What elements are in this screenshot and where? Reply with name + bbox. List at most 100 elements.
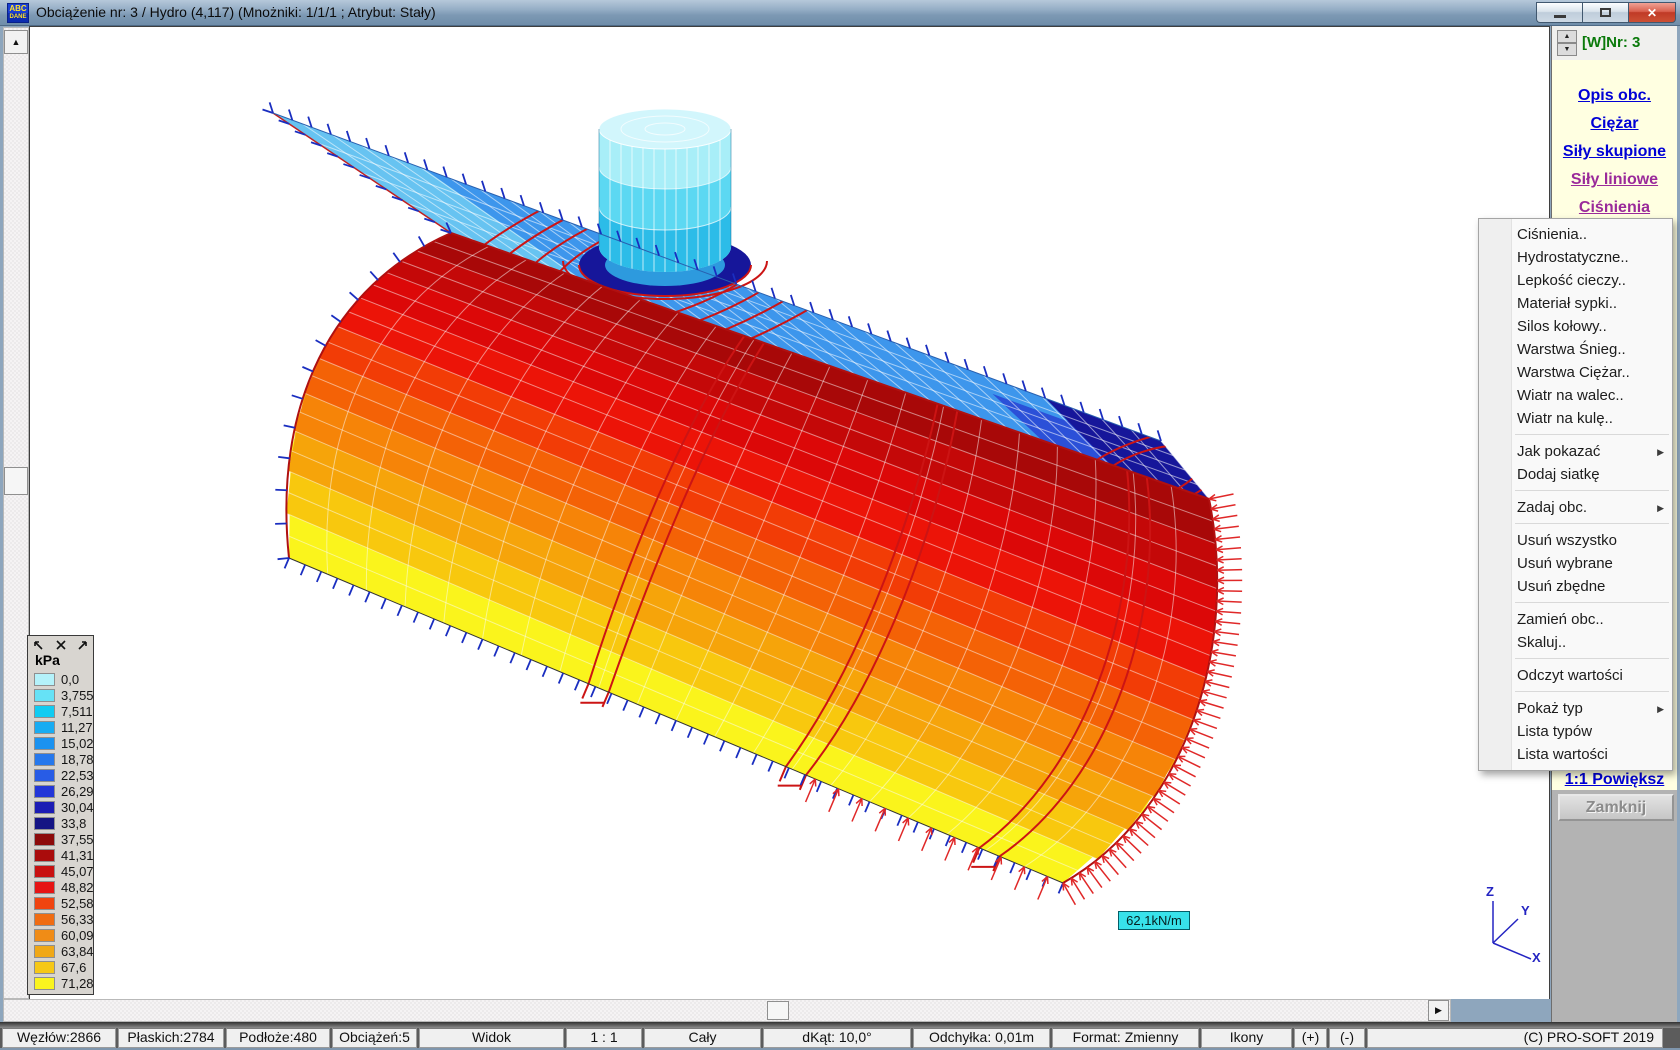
hscroll-thumb[interactable] — [767, 1001, 789, 1020]
menu-item-jak-pokazać[interactable]: Jak pokazać▶ — [1479, 440, 1672, 463]
legend-swatch — [34, 753, 55, 766]
menu-item-zamień-obc[interactable]: Zamień obc.. — [1479, 608, 1672, 631]
legend-value: 52,58 — [61, 896, 94, 911]
status-cell-1-1[interactable]: 1 : 1 — [566, 1028, 642, 1048]
status-cell-cały[interactable]: Cały — [644, 1028, 761, 1048]
maximize-button[interactable] — [1582, 2, 1628, 23]
legend-value: 15,02 — [61, 736, 94, 751]
status-cell-[interactable]: (-) — [1329, 1028, 1365, 1048]
menu-item-usuń-zbędne[interactable]: Usuń zbędne — [1479, 575, 1672, 598]
legend-value: 11,27 — [61, 720, 93, 735]
menu-item-wiatr-na-walec[interactable]: Wiatr na walec.. — [1479, 384, 1672, 407]
vscroll-thumb[interactable] — [4, 467, 28, 495]
menu-item-label: Silos kołowy.. — [1517, 318, 1607, 335]
menu-item-label: Odczyt wartości — [1517, 667, 1623, 684]
menu-item-pokaż-typ[interactable]: Pokaż typ▶ — [1479, 697, 1672, 720]
legend-value: 30,04 — [61, 800, 94, 815]
menu-item-lista-wartości[interactable]: Lista wartości — [1479, 743, 1672, 766]
menu-item-lista-typów[interactable]: Lista typów — [1479, 720, 1672, 743]
menu-separator — [1515, 658, 1669, 659]
legend-swatch — [34, 801, 55, 814]
status-cell-[interactable]: (+) — [1294, 1028, 1327, 1048]
menu-item-usuń-wszystko[interactable]: Usuń wszystko — [1479, 529, 1672, 552]
submenu-arrow-icon: ▶ — [1657, 497, 1664, 520]
legend-swatch — [34, 897, 55, 910]
menu-item-ciśnienia[interactable]: Ciśnienia.. — [1479, 223, 1672, 246]
legend-unit: kPa — [28, 651, 93, 671]
status-bar: Węzłów:2866Płaskich:2784Podłoże:480Obcią… — [0, 1028, 1680, 1048]
menu-item-silos-kołowy[interactable]: Silos kołowy.. — [1479, 315, 1672, 338]
scroll-up-button[interactable]: ▲ — [4, 30, 28, 54]
legend-swatch — [34, 833, 55, 846]
drawing-canvas[interactable] — [29, 26, 1550, 999]
sidebar-link-siły-skupione[interactable]: Siły skupione — [1552, 140, 1677, 168]
menu-item-lepkość-cieczy[interactable]: Lepkość cieczy.. — [1479, 269, 1672, 292]
legend-swatch — [34, 785, 55, 798]
menu-item-skaluj[interactable]: Skaluj.. — [1479, 631, 1672, 654]
legend-row: 33,8 — [28, 815, 93, 831]
menu-item-label: Lista typów — [1517, 723, 1592, 740]
horizontal-scrollbar[interactable] — [3, 999, 1451, 1022]
legend-resize-icon[interactable] — [77, 639, 89, 651]
legend-swatch — [34, 929, 55, 942]
legend-value: 60,09 — [61, 928, 94, 943]
menu-separator — [1515, 434, 1669, 435]
status-cell-dkąt-10-0[interactable]: dKąt: 10,0° — [763, 1028, 911, 1048]
close-button[interactable]: ✕ — [1628, 2, 1676, 23]
legend-value: 45,07 — [61, 864, 94, 879]
legend-close-icon[interactable] — [55, 639, 67, 651]
scroll-right-button[interactable]: ▶ — [1428, 1000, 1449, 1021]
legend-value: 41,31 — [61, 848, 94, 863]
spinner-down-button[interactable]: ▼ — [1557, 43, 1577, 56]
menu-item-label: Usuń wszystko — [1517, 532, 1617, 549]
minimize-icon — [1554, 15, 1566, 18]
menu-item-hydrostatyczne[interactable]: Hydrostatyczne.. — [1479, 246, 1672, 269]
submenu-arrow-icon: ▶ — [1657, 698, 1664, 721]
sidebar-link-siły-liniowe[interactable]: Siły liniowe — [1552, 168, 1677, 196]
menu-item-wiatr-na-kulę[interactable]: Wiatr na kulę.. — [1479, 407, 1672, 430]
window-titlebar[interactable]: ABC DANE Obciążenie nr: 3 / Hydro (4,117… — [0, 0, 1680, 26]
menu-item-warstwa-śnieg[interactable]: Warstwa Śnieg.. — [1479, 338, 1672, 361]
legend-row: 37,55 — [28, 831, 93, 847]
menu-item-zadaj-obc[interactable]: Zadaj obc.▶ — [1479, 496, 1672, 519]
legend-swatch — [34, 881, 55, 894]
close-panel-button[interactable]: Zamknij — [1558, 794, 1674, 821]
zoom-link[interactable]: 1:1 Powiększ — [1552, 771, 1677, 789]
status-cell-ikony[interactable]: Ikony — [1201, 1028, 1292, 1048]
context-menu: Ciśnienia.. Hydrostatyczne..Lepkość ciecz… — [1478, 218, 1673, 771]
legend-value: 33,8 — [61, 816, 86, 831]
status-cell-format-zmienny[interactable]: Format: Zmienny — [1052, 1028, 1199, 1048]
status-cell-węzłów-2866: Węzłów:2866 — [2, 1028, 116, 1048]
status-cell-odchyłka-0-01m[interactable]: Odchyłka: 0,01m — [913, 1028, 1050, 1048]
legend-row: 52,58 — [28, 895, 93, 911]
sidebar-link-ciężar[interactable]: Ciężar — [1552, 112, 1677, 140]
menu-item-label: Warstwa Śnieg.. — [1517, 341, 1626, 358]
menu-item-materiał-sypki[interactable]: Materiał sypki.. — [1479, 292, 1672, 315]
sidebar-link-opis-obc[interactable]: Opis obc. — [1552, 84, 1677, 112]
menu-separator — [1515, 602, 1669, 603]
status-cell-widok[interactable]: Widok — [419, 1028, 564, 1048]
legend-swatch — [34, 689, 55, 702]
status-cell-obciążeń-5: Obciążeń:5 — [332, 1028, 417, 1048]
window-title: Obciążenie nr: 3 / Hydro (4,117) (Mnożni… — [36, 4, 436, 20]
vertical-scrollbar[interactable] — [3, 27, 29, 999]
menu-item-label: Dodaj siatkę — [1517, 466, 1600, 483]
menu-item-label: Ciśnienia.. — [1517, 226, 1587, 243]
close-icon: ✕ — [1647, 6, 1657, 20]
menu-item-warstwa-ciężar[interactable]: Warstwa Ciężar.. — [1479, 361, 1672, 384]
menu-item-odczyt-wartości[interactable]: Odczyt wartości — [1479, 664, 1672, 687]
legend-swatch — [34, 913, 55, 926]
legend-row: 30,04 — [28, 799, 93, 815]
pressure-value-label: 62,1kN/m — [1118, 911, 1190, 930]
legend-row: 60,09 — [28, 927, 93, 943]
menu-item-dodaj-siatkę[interactable]: Dodaj siatkę — [1479, 463, 1672, 486]
menu-item-usuń-wybrane[interactable]: Usuń wybrane — [1479, 552, 1672, 575]
legend-row: 48,82 — [28, 879, 93, 895]
legend-swatch — [34, 977, 55, 990]
minimize-button[interactable] — [1536, 2, 1582, 23]
status-cell-podłoże-480: Podłoże:480 — [226, 1028, 330, 1048]
spinner-up-button[interactable]: ▲ — [1557, 30, 1577, 43]
legend-move-icon[interactable] — [32, 639, 44, 651]
menu-separator — [1515, 523, 1669, 524]
axis-y-label: Y — [1521, 903, 1530, 918]
